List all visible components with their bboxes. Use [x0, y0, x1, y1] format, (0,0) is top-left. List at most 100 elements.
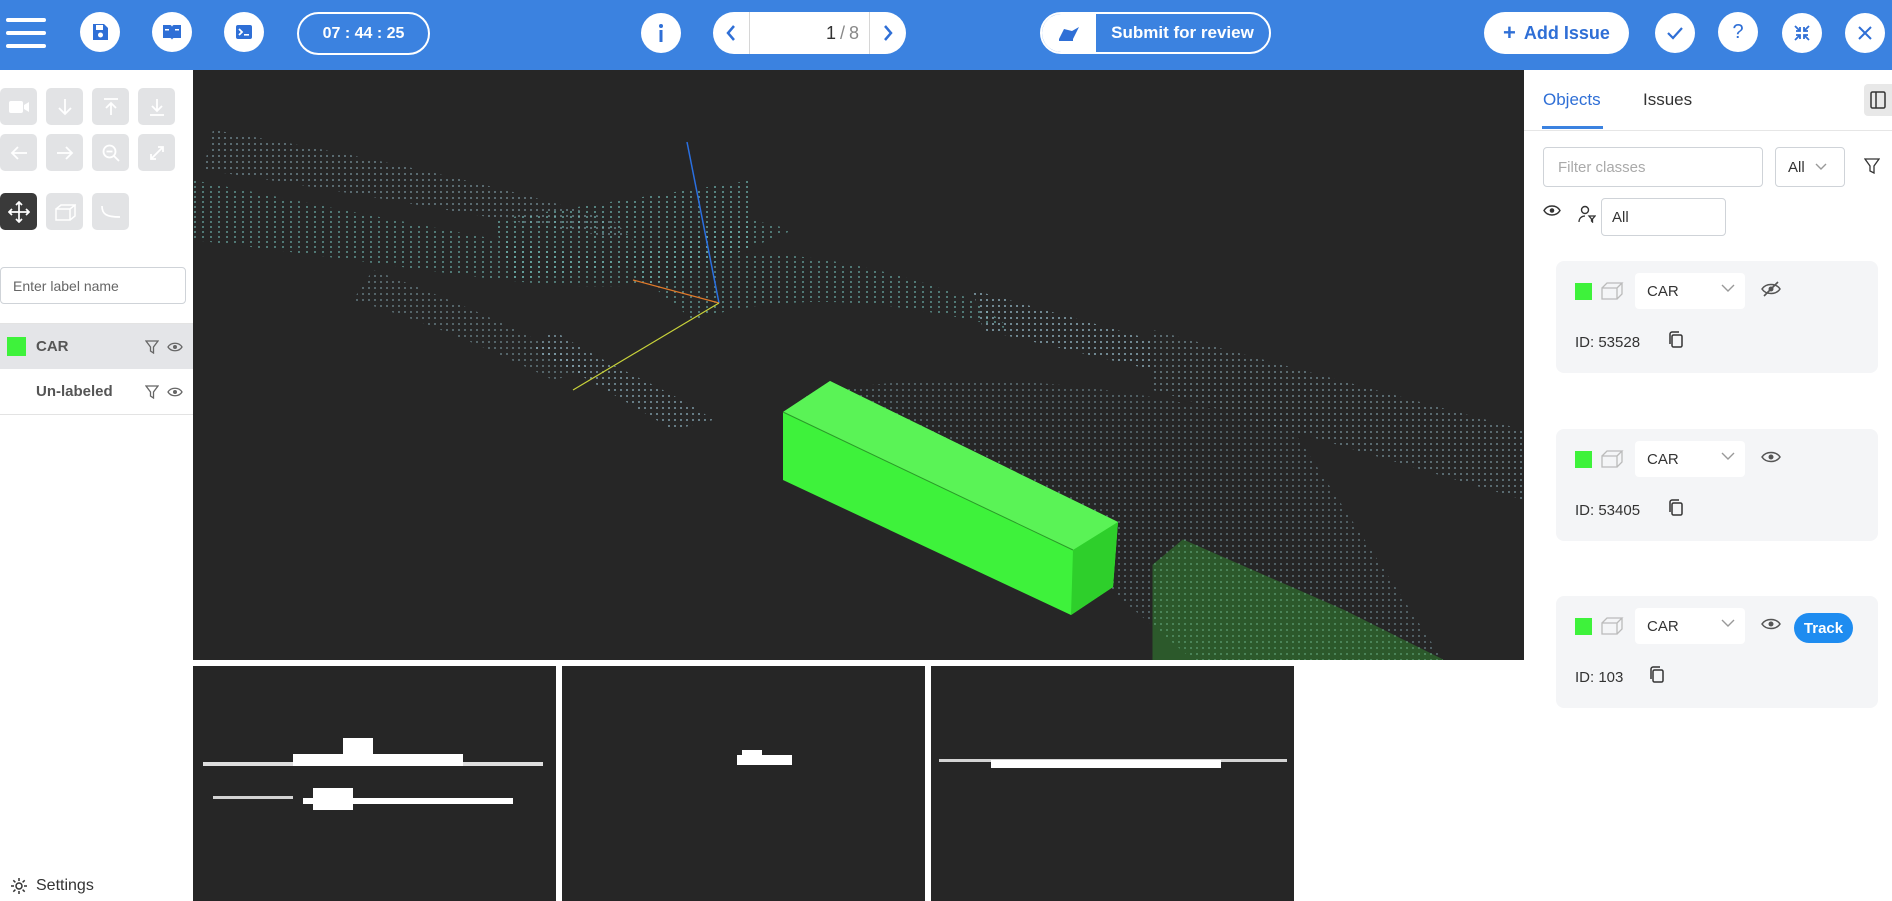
- terminal-icon: [236, 25, 252, 39]
- right-panel: Objects Issues All All CAR: [1524, 70, 1892, 901]
- point-cloud-canvas: [193, 130, 1524, 660]
- add-issue-button[interactable]: + Add Issue: [1484, 12, 1629, 54]
- annotation-app: 07 : 44 : 25 1 / 8 Submit for review + A…: [0, 0, 1892, 901]
- arrow-right-icon: [56, 145, 73, 160]
- top-view-canvas: [203, 738, 543, 810]
- active-tab-indicator: [1542, 126, 1603, 129]
- top-view[interactable]: [193, 666, 556, 901]
- chevron-down-icon: [1721, 452, 1735, 460]
- guide-button[interactable]: [152, 12, 192, 52]
- page-total: 8: [848, 22, 859, 43]
- track-button[interactable]: Track: [1794, 613, 1853, 643]
- object-class-select[interactable]: CAR: [1635, 441, 1745, 477]
- class-filter-value: All: [1788, 158, 1805, 176]
- page-separator: /: [839, 22, 845, 43]
- front-view[interactable]: [562, 666, 925, 901]
- collapse-icon: [1794, 25, 1810, 41]
- prev-frame-button[interactable]: [713, 12, 749, 54]
- accept-button[interactable]: [1655, 13, 1695, 53]
- class-filter-select[interactable]: All: [1775, 147, 1845, 187]
- menu-icon[interactable]: [6, 18, 46, 53]
- copy-icon[interactable]: [1668, 499, 1684, 517]
- eye-icon[interactable]: [1761, 616, 1781, 632]
- curve-tool[interactable]: [92, 193, 129, 230]
- user-filter-input[interactable]: All: [1601, 198, 1726, 236]
- help-button[interactable]: ?: [1718, 12, 1758, 52]
- object-card[interactable]: CAR ID: 53528: [1556, 261, 1878, 373]
- projection-views: [193, 660, 1524, 901]
- close-button[interactable]: [1845, 13, 1885, 53]
- front-view-canvas: [737, 750, 792, 765]
- filter-classes-input[interactable]: [1543, 147, 1763, 187]
- chevron-left-icon: [726, 25, 735, 41]
- filter-icon: [1863, 158, 1881, 175]
- settings-link[interactable]: Settings: [10, 877, 94, 895]
- label-item-unlabeled[interactable]: Un-labeled: [0, 369, 193, 415]
- object-color-swatch: [1575, 451, 1592, 468]
- close-icon: [1858, 26, 1872, 40]
- move-bottom-tool[interactable]: [138, 88, 175, 125]
- user-filter-value: All: [1612, 208, 1629, 226]
- exit-fullscreen-button[interactable]: [1782, 13, 1822, 53]
- curve-icon: [100, 205, 120, 218]
- tab-divider: [1524, 130, 1892, 131]
- info-button[interactable]: [641, 13, 681, 53]
- console-button[interactable]: [224, 12, 264, 52]
- user-filter-icon: [1578, 205, 1597, 224]
- filter-icon[interactable]: [145, 384, 159, 399]
- eye-icon[interactable]: [167, 341, 183, 353]
- object-id: ID: 53528: [1575, 334, 1641, 351]
- filter-icon[interactable]: [145, 339, 159, 354]
- copy-icon[interactable]: [1668, 331, 1684, 349]
- label-search-input[interactable]: [0, 267, 186, 304]
- tab-objects[interactable]: Objects: [1543, 90, 1601, 110]
- move-top-tool[interactable]: [92, 88, 129, 125]
- zoom-out-tool[interactable]: [92, 134, 129, 171]
- tab-issues[interactable]: Issues: [1643, 90, 1692, 110]
- object-id: ID: 53405: [1575, 502, 1641, 519]
- object-color-swatch: [1575, 618, 1592, 635]
- cuboid-tool[interactable]: [46, 193, 83, 230]
- object-color-swatch: [1575, 283, 1592, 300]
- timer-text: 07 : 44 : 25: [322, 24, 405, 42]
- sidebar-icon: [1870, 91, 1886, 109]
- arrow-left-icon: [10, 145, 27, 160]
- arrow-down-icon: [57, 98, 72, 115]
- save-button[interactable]: [80, 12, 120, 52]
- eye-icon[interactable]: [167, 386, 183, 398]
- fit-view-tool[interactable]: [138, 134, 175, 171]
- page-indicator[interactable]: 1 / 8: [749, 12, 870, 54]
- visibility-toggle[interactable]: [1543, 204, 1561, 222]
- frame-pager: 1 / 8: [713, 12, 906, 54]
- arrow-down-bar-icon: [149, 98, 164, 116]
- object-class-select[interactable]: CAR: [1635, 608, 1745, 644]
- copy-icon[interactable]: [1649, 666, 1665, 684]
- chevron-right-icon: [884, 25, 893, 41]
- move-tool[interactable]: [0, 193, 37, 230]
- cuboid-icon: [54, 203, 76, 221]
- eye-icon: [1543, 205, 1561, 216]
- submit-icon-wrap: [1042, 14, 1096, 52]
- filter-button[interactable]: [1863, 158, 1881, 179]
- side-view[interactable]: [931, 666, 1294, 901]
- camera-view-tool[interactable]: [0, 88, 37, 125]
- point-cloud-3d-view[interactable]: [193, 70, 1524, 660]
- label-item-car[interactable]: CAR: [0, 323, 193, 369]
- next-frame-button[interactable]: [870, 12, 906, 54]
- toggle-panel-button[interactable]: [1864, 84, 1892, 116]
- save-icon: [93, 24, 108, 40]
- side-view-canvas: [939, 759, 1287, 768]
- object-card[interactable]: CAR ID: 53405: [1556, 429, 1878, 541]
- eye-off-icon[interactable]: [1761, 281, 1781, 297]
- move-down-tool[interactable]: [46, 88, 83, 125]
- object-class-select[interactable]: CAR: [1635, 273, 1745, 309]
- chevron-down-icon: [1721, 619, 1735, 627]
- cuboid-icon: [1601, 617, 1624, 635]
- submit-for-review-button[interactable]: Submit for review: [1040, 12, 1271, 54]
- move-right-tool[interactable]: [46, 134, 83, 171]
- move-left-tool[interactable]: [0, 134, 37, 171]
- eye-icon[interactable]: [1761, 449, 1781, 465]
- label-name: Un-labeled: [36, 383, 113, 400]
- object-card[interactable]: CAR Track ID: 103: [1556, 596, 1878, 708]
- user-filter-icon-wrap: [1578, 205, 1597, 228]
